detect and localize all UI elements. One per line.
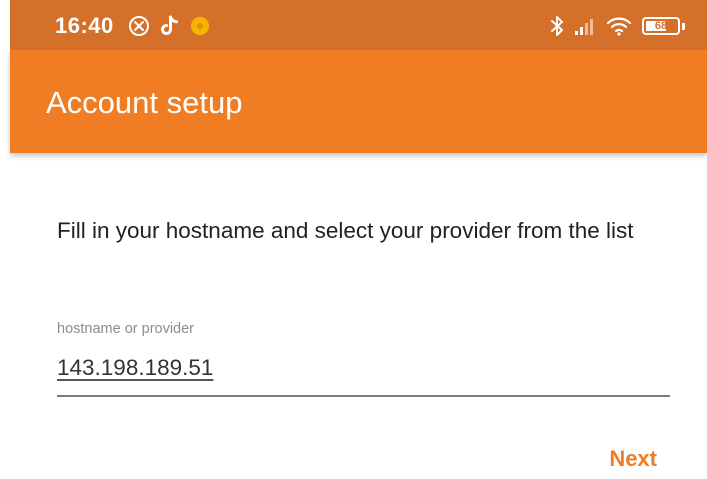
notification-dot-icon — [190, 16, 210, 36]
wifi-icon — [606, 15, 632, 37]
screen: 16:40 68 Account setup Fill in your host… — [0, 0, 707, 479]
tiktok-icon — [160, 15, 180, 37]
status-right-icons: 68 — [550, 13, 685, 39]
battery-level: 68 — [654, 20, 668, 32]
status-left-icons — [128, 13, 210, 39]
status-time: 16:40 — [55, 13, 114, 38]
battery-body: 68 — [642, 17, 680, 35]
next-button[interactable]: Next — [609, 448, 657, 470]
close-circle-icon — [128, 15, 150, 37]
app-bar: Account setup — [10, 50, 707, 153]
bluetooth-icon — [550, 15, 564, 37]
status-bar: 16:40 68 — [10, 0, 707, 50]
battery-tip — [682, 22, 685, 30]
page-title: Account setup — [46, 85, 243, 120]
battery-icon: 68 — [642, 17, 685, 35]
hostname-field-label: hostname or provider — [57, 321, 195, 337]
instruction-text: Fill in your hostname and select your pr… — [57, 218, 634, 243]
cellular-signal-icon — [574, 16, 596, 36]
hostname-input[interactable] — [57, 347, 670, 397]
